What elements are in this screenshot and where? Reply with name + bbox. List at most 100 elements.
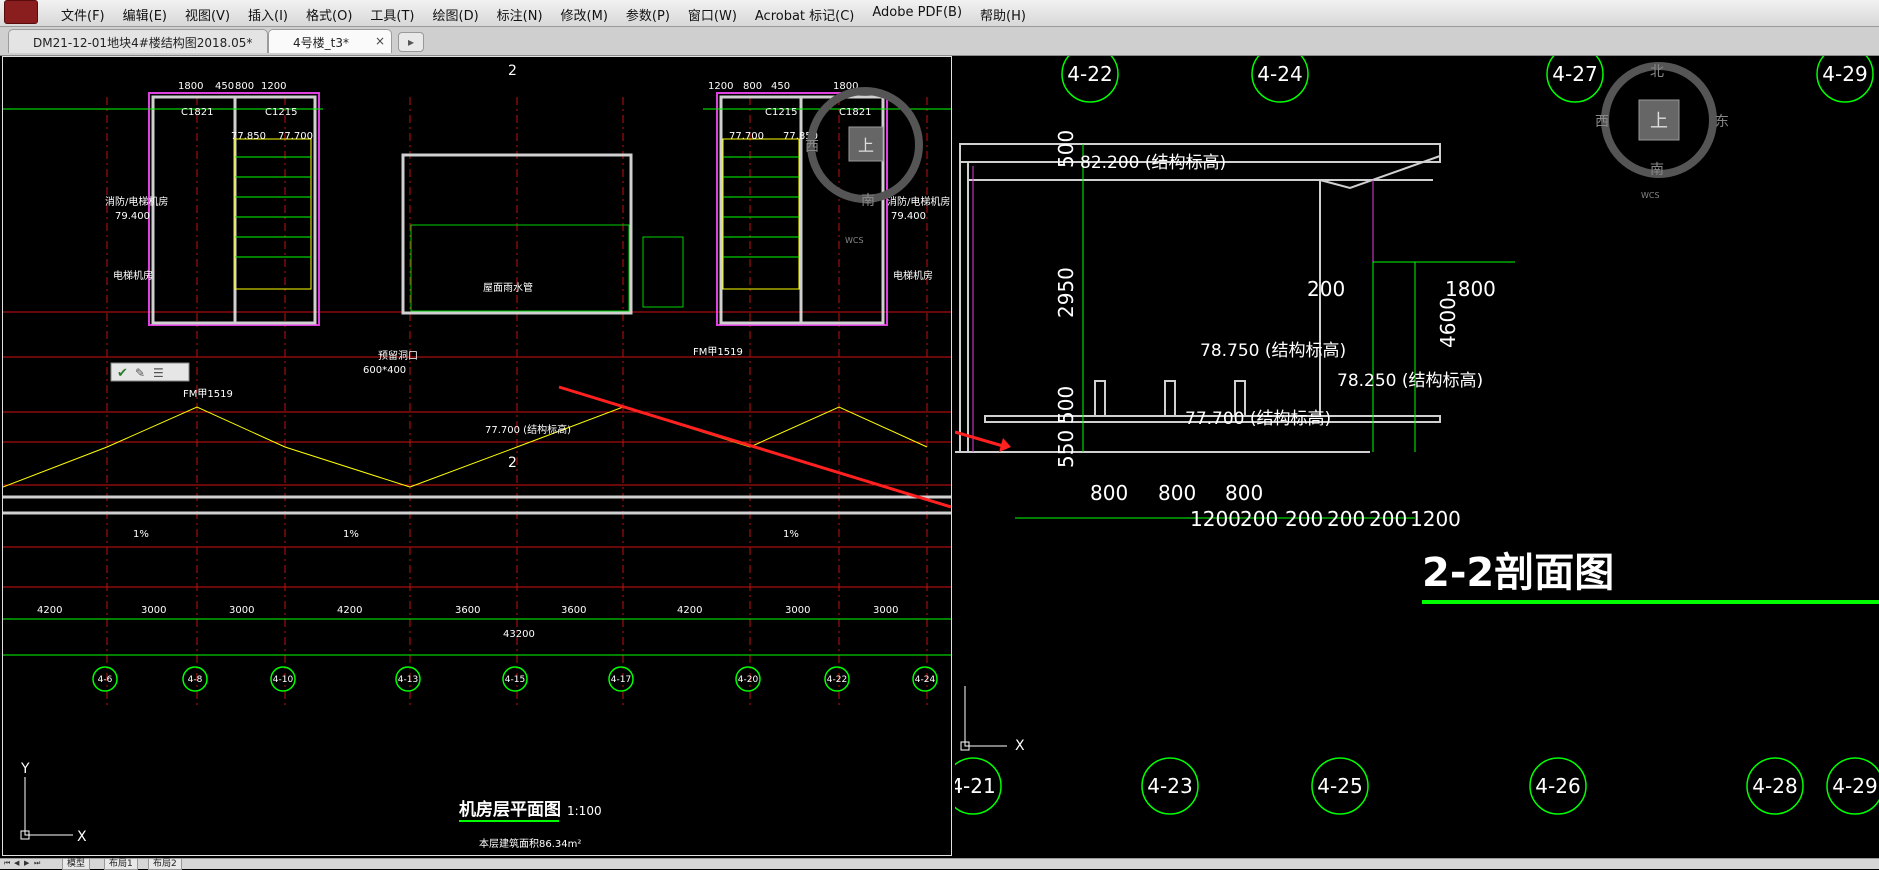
dim-text: 450 xyxy=(771,81,790,92)
vdim: 500 xyxy=(1054,130,1078,168)
app-menu-icon[interactable] xyxy=(4,0,38,24)
viewport-section[interactable]: 500 2950 500 550 4600 200 1800 800 800 8… xyxy=(955,56,1879,856)
axis-label: 4-15 xyxy=(505,675,525,685)
tab-building-4[interactable]: 4号楼_t3* × xyxy=(268,29,392,53)
axis-label: 4-27 xyxy=(1552,62,1597,86)
bay-dim: 3000 xyxy=(229,605,254,616)
nav-prev-icon[interactable]: ◀ xyxy=(14,859,22,868)
viewcube-face: 上 xyxy=(1650,111,1668,132)
floor-plan-drawing: 1800 450 800 1200 1200 800 450 1800 C182… xyxy=(3,63,951,850)
section-walls xyxy=(955,143,1441,453)
bay-dimensions: 4200 3000 3000 4200 3600 3600 4200 3000 … xyxy=(37,605,898,640)
list-icon[interactable]: ☰ xyxy=(153,366,164,380)
hdim: 800 xyxy=(1090,481,1128,505)
elevation-label: 79.400 xyxy=(891,211,926,222)
check-icon[interactable]: ✔ xyxy=(117,366,128,381)
viewcube-west: 西 xyxy=(1595,114,1609,130)
nav-next-icon[interactable]: ▶ xyxy=(24,859,32,868)
axis-bubble: 4-22 xyxy=(1061,56,1119,103)
red-arrow-head-line xyxy=(955,430,1004,448)
room-label: 消防/电梯机房 xyxy=(105,195,168,208)
bay-dim: 3000 xyxy=(873,605,898,616)
grid-axis-bubbles: 4-6 4-8 4-10 4-13 4-15 4-17 4-20 4-22 4-24 xyxy=(92,666,938,692)
menu-draw[interactable]: 绘图(D) xyxy=(424,4,488,25)
menu-insert[interactable]: 插入(I) xyxy=(239,4,297,25)
axis-label: 4-25 xyxy=(1317,774,1362,798)
viewport-floor-plan[interactable]: 1800 450 800 1200 1200 800 450 1800 C182… xyxy=(2,56,952,856)
nav-last-icon[interactable]: ⏭ xyxy=(34,859,42,868)
menu-edit[interactable]: 编辑(E) xyxy=(114,4,176,25)
note-label: 预留洞口 xyxy=(378,349,418,362)
lower-wall-band xyxy=(3,495,951,515)
elevation-tag: 78.250 (结构标高) xyxy=(1337,371,1483,391)
axis-label: 4-17 xyxy=(611,675,631,685)
bay-dim: 4200 xyxy=(677,605,702,616)
elevation-tag: 77.700 (结构标高) xyxy=(1185,409,1331,429)
dim-text: 800 xyxy=(235,81,254,92)
tab-structure-drawing[interactable]: DM21-12-01地块4#楼结构图2018.05* xyxy=(8,29,268,53)
hdim: 1200 xyxy=(1410,507,1461,531)
room-label: 消防/电梯机房 xyxy=(887,195,950,208)
hdim: 1200 xyxy=(1190,507,1241,531)
edit-icon[interactable]: ✎ xyxy=(135,366,145,380)
tab-layout1[interactable]: 布局1 xyxy=(104,859,138,870)
menu-acrobat-markup[interactable]: Acrobat 标记(C) xyxy=(746,4,864,25)
vdim: 2950 xyxy=(1054,267,1078,318)
elevation-label: 77.700 xyxy=(278,131,313,142)
new-tab-button[interactable]: ▸ xyxy=(398,32,424,52)
note-label: 屋面雨水管 xyxy=(483,281,533,294)
hdim: 200 xyxy=(1369,507,1407,531)
menu-file[interactable]: 文件(F) xyxy=(52,4,114,25)
slope-label: 1% xyxy=(783,529,799,540)
tab-model[interactable]: 模型 xyxy=(62,859,91,870)
menu-parametric[interactable]: 参数(P) xyxy=(617,4,679,25)
grid-axis-bubbles-bottom: 4-21 4-23 4-25 4-26 4-28 4-29 xyxy=(955,757,1879,815)
roof-slope-lines xyxy=(3,406,928,488)
viewcube-west: 西 xyxy=(805,139,819,155)
menu-tools[interactable]: 工具(T) xyxy=(361,4,423,25)
axis-label: 4-26 xyxy=(1535,774,1580,798)
elevation-tag: 82.200 (结构标高) xyxy=(1080,153,1226,173)
axis-bubble: 4-28 xyxy=(1746,757,1804,815)
axis-label: 4-23 xyxy=(1147,774,1192,798)
tab-label: 4号楼_t3* xyxy=(293,36,349,50)
menu-view[interactable]: 视图(V) xyxy=(176,4,239,25)
ucs-icon xyxy=(20,777,73,840)
floating-toolbar[interactable]: ✔ ✎ ☰ xyxy=(110,362,190,382)
hdim: 800 xyxy=(1225,481,1263,505)
hdim: 800 xyxy=(1158,481,1196,505)
menu-dimension[interactable]: 标注(N) xyxy=(488,4,552,25)
nav-first-icon[interactable]: ⏮ xyxy=(4,859,12,868)
close-icon[interactable]: × xyxy=(375,34,385,48)
axis-bubble: 4-17 xyxy=(608,666,634,692)
viewcube-wcs: WCS xyxy=(1641,191,1660,200)
axis-label: 4-28 xyxy=(1752,774,1797,798)
ucs-y-label: Y xyxy=(20,761,30,777)
axis-label: 4-10 xyxy=(273,675,294,685)
room-label: 电梯机房 xyxy=(113,269,153,282)
menu-help[interactable]: 帮助(H) xyxy=(971,4,1035,25)
document-tab-bar: DM21-12-01地块4#楼结构图2018.05* 4号楼_t3* × ▸ xyxy=(0,27,1879,56)
elevation-tags: 82.200 (结构标高) 78.750 (结构标高) 78.250 (结构标高… xyxy=(1080,153,1483,429)
bay-dim: 3600 xyxy=(455,605,480,616)
menu-adobe-pdf[interactable]: Adobe PDF(B) xyxy=(863,4,971,25)
elevation-label: 79.400 xyxy=(115,211,150,222)
menu-modify[interactable]: 修改(M) xyxy=(552,4,617,25)
section-title: 2-2剖面图 xyxy=(1422,550,1614,596)
window-label: C1215 xyxy=(765,107,797,118)
grid-axis-bubbles-top: 4-22 4-24 4-27 4-29 xyxy=(1061,56,1874,103)
axis-bubble: 4-25 xyxy=(1311,757,1369,815)
bay-dim: 4200 xyxy=(337,605,362,616)
menu-format[interactable]: 格式(O) xyxy=(297,4,361,25)
menu-window[interactable]: 窗口(W) xyxy=(679,4,746,25)
viewcube-right[interactable]: 上 北 西 东 南 WCS xyxy=(1595,62,1729,200)
drawing-scale: 1:100 xyxy=(567,804,602,818)
viewcube-face: 上 xyxy=(858,136,874,155)
vdim: 500 xyxy=(1054,386,1078,424)
axis-bubble: 4-29 xyxy=(1826,757,1879,815)
viewcube-wcs: WCS xyxy=(845,236,864,245)
tab-layout2[interactable]: 布局2 xyxy=(148,859,182,870)
viewcube-south: 南 xyxy=(861,193,875,209)
axis-bubble: 4-13 xyxy=(395,666,421,692)
axis-bubble: 4-6 xyxy=(92,666,118,692)
